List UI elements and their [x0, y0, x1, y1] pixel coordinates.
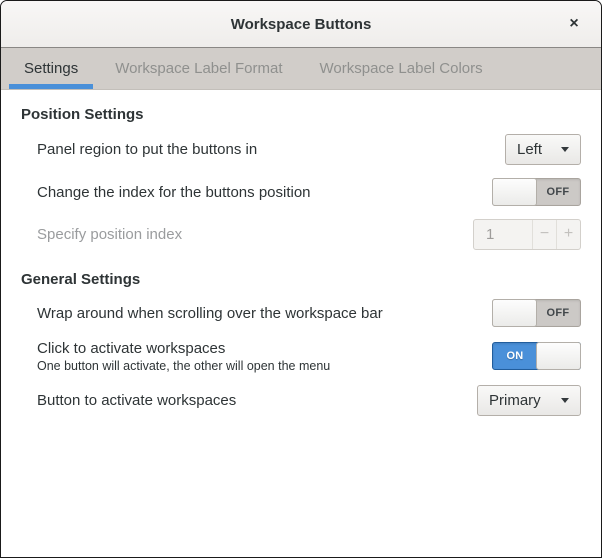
position-settings-header: Position Settings — [21, 106, 144, 123]
setting-row-click-activate: Click to activate workspaces One button … — [21, 334, 581, 378]
tab-settings-label: Settings — [24, 60, 79, 77]
switch-state-label: OFF — [546, 186, 570, 198]
spinner-increment-button[interactable]: + — [556, 219, 580, 249]
settings-panel: Position Settings Panel region to put th… — [1, 90, 601, 557]
position-index-spinner: 1 − + — [473, 218, 581, 250]
click-activate-label: Click to activate workspaces — [37, 339, 226, 357]
tab-workspace-label-format[interactable]: Workspace Label Format — [100, 48, 297, 89]
change-index-switch[interactable]: OFF — [492, 178, 581, 206]
switch-knob — [536, 342, 581, 370]
click-activate-description: One button will activate, the other will… — [37, 358, 331, 373]
activate-button-dropdown-value: Primary — [489, 391, 541, 409]
general-settings-header: General Settings — [21, 271, 141, 288]
setting-row-change-index: Change the index for the buttons positio… — [21, 171, 581, 213]
workspace-buttons-dialog: Workspace Buttons × Settings Workspace L… — [0, 0, 602, 558]
tab-settings[interactable]: Settings — [9, 48, 94, 89]
tab-workspace-label-colors[interactable]: Workspace Label Colors — [305, 48, 498, 89]
setting-row-position-index: Specify position index 1 − + — [21, 213, 581, 255]
switch-state-label: OFF — [546, 307, 570, 319]
change-index-label: Change the index for the buttons positio… — [37, 183, 311, 201]
switch-knob — [492, 178, 537, 206]
panel-region-dropdown[interactable]: Left — [505, 133, 581, 165]
activate-button-label: Button to activate workspaces — [37, 391, 237, 409]
tab-workspace-label-format-label: Workspace Label Format — [115, 60, 283, 77]
close-icon[interactable]: × — [561, 11, 587, 37]
panel-region-label: Panel region to put the buttons in — [37, 140, 258, 158]
spinner-decrement-button[interactable]: − — [532, 219, 556, 249]
position-index-label: Specify position index — [37, 225, 183, 243]
tab-workspace-label-colors-label: Workspace Label Colors — [319, 60, 483, 77]
panel-region-dropdown-value: Left — [517, 140, 543, 158]
dropdown-caret-icon — [561, 397, 569, 403]
window-title: Workspace Buttons — [230, 15, 372, 33]
setting-row-activate-button: Button to activate workspaces Primary — [21, 378, 581, 422]
tab-bar: Settings Workspace Label Format Workspac… — [1, 48, 601, 90]
switch-knob — [492, 299, 537, 327]
setting-row-panel-region: Panel region to put the buttons in Left — [21, 127, 581, 171]
wrap-around-label: Wrap around when scrolling over the work… — [37, 304, 383, 322]
position-index-value: 1 — [486, 225, 495, 243]
titlebar: Workspace Buttons × — [1, 1, 601, 48]
wrap-around-switch[interactable]: OFF — [492, 299, 581, 327]
click-activate-text: Click to activate workspaces One button … — [37, 340, 330, 373]
activate-button-dropdown[interactable]: Primary — [477, 384, 581, 416]
dropdown-caret-icon — [561, 146, 569, 152]
switch-state-label: ON — [506, 350, 524, 362]
click-activate-switch[interactable]: ON — [492, 342, 581, 370]
setting-row-wrap-around: Wrap around when scrolling over the work… — [21, 292, 581, 334]
